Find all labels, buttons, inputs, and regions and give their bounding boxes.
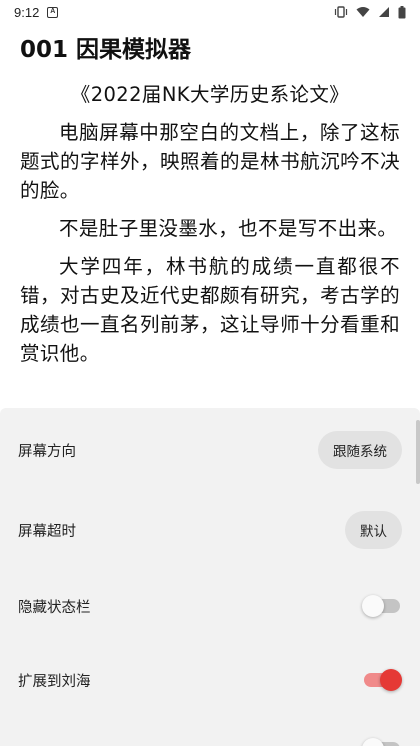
paragraph: 《2022届NK大学历史系论文》	[70, 83, 350, 106]
toggle-thumb	[380, 669, 402, 691]
paragraph: 大学四年，林书航的成绩一直都很不错，对古史及近代史都颇有研究，考古学的成绩也一直…	[20, 255, 400, 365]
setting-hide-status-bar: 隐藏状态栏	[0, 576, 420, 636]
status-bar: 9:12 A	[0, 0, 420, 24]
hide-status-bar-toggle[interactable]	[362, 593, 402, 619]
status-time: 9:12	[14, 4, 40, 20]
screen-orientation-button[interactable]: 跟随系统	[318, 431, 402, 469]
wifi-icon	[356, 7, 370, 17]
setting-label: 隐藏状态栏	[18, 599, 91, 616]
screen-timeout-button[interactable]: 默认	[345, 511, 402, 549]
partially-visible-toggle[interactable]	[362, 736, 402, 746]
extend-to-notch-toggle[interactable]	[362, 667, 402, 693]
setting-screen-orientation: 屏幕方向 跟随系统	[0, 420, 420, 480]
cell-signal-icon	[379, 7, 389, 17]
paragraph: 不是肚子里没墨水，也不是写不出来。	[59, 217, 398, 240]
toggle-thumb	[362, 738, 384, 746]
chapter-title: 001 因果模拟器	[20, 37, 192, 63]
vibrate-icon	[334, 6, 348, 18]
reader-content[interactable]: 001 因果模拟器 《2022届NK大学历史系论文》 电脑屏幕中那空白的文档上，…	[0, 24, 420, 408]
paragraph: 电脑屏幕中那空白的文档上，除了这标题式的字样外，映照着的是林书航沉吟不决的脸。	[20, 121, 400, 202]
setting-screen-timeout: 屏幕超时 默认	[0, 500, 420, 560]
setting-label: 屏幕方向	[18, 443, 76, 460]
battery-icon	[398, 5, 406, 18]
setting-label: 扩展到刘海	[18, 673, 91, 690]
setting-extend-to-notch: 扩展到刘海	[0, 650, 420, 710]
setting-label: 屏幕超时	[18, 523, 76, 540]
toggle-thumb	[362, 595, 384, 617]
scrollbar-thumb[interactable]	[416, 420, 420, 484]
settings-panel: 屏幕方向 跟随系统 屏幕超时 默认 隐藏状态栏 扩展到刘海	[0, 408, 420, 746]
notification-icon: A	[47, 6, 59, 18]
